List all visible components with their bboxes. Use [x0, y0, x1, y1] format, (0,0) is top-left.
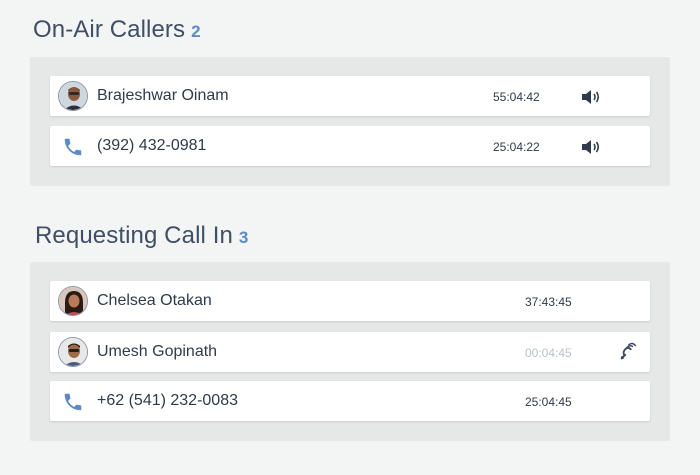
requesting-call-in-heading: Requesting Call In 3 — [35, 222, 248, 250]
phone-icon — [64, 393, 82, 411]
speaker-icon[interactable] — [580, 138, 602, 156]
caller-name: Chelsea Otakan — [97, 292, 212, 309]
avatar — [58, 81, 88, 111]
call-duration: 25:04:22 — [493, 140, 540, 154]
caller-name: Umesh Gopinath — [97, 343, 218, 360]
on-air-callers-heading: On-Air Callers 2 — [33, 16, 201, 44]
call-duration: 25:04:45 — [525, 395, 572, 409]
caller-phone-number: (392) 432-0981 — [97, 137, 207, 154]
request-count-badge: 3 — [238, 228, 249, 247]
requesting-call-in-panel: Chelsea Otakan 37:43:45 Umesh Gopinath 0… — [30, 262, 670, 441]
call-duration: 37:43:45 — [525, 295, 572, 309]
caller-name: Brajeshwar Oinam — [97, 87, 229, 104]
caller-row[interactable]: Brajeshwar Oinam 55:04:42 — [50, 76, 650, 116]
caller-row[interactable]: Chelsea Otakan 37:43:45 — [50, 281, 650, 321]
avatar — [58, 286, 88, 316]
on-air-callers-panel: Brajeshwar Oinam 55:04:42 (392) 432-0981… — [30, 57, 670, 186]
section-title: On-Air Callers — [33, 16, 186, 43]
call-duration: 55:04:42 — [493, 90, 540, 104]
caller-phone-number: +62 (541) 232-0083 — [97, 392, 238, 409]
ear-listen-icon[interactable] — [617, 341, 639, 363]
caller-count-badge: 2 — [191, 22, 201, 41]
call-duration: 00:04:45 — [525, 346, 572, 360]
phone-icon — [64, 138, 82, 156]
section-title: Requesting Call In — [35, 222, 233, 249]
caller-row[interactable]: (392) 432-0981 25:04:22 — [50, 126, 650, 166]
avatar — [58, 337, 88, 367]
caller-row[interactable]: +62 (541) 232-0083 25:04:45 — [50, 381, 650, 421]
speaker-icon[interactable] — [580, 88, 602, 106]
caller-row[interactable]: Umesh Gopinath 00:04:45 — [50, 332, 650, 372]
